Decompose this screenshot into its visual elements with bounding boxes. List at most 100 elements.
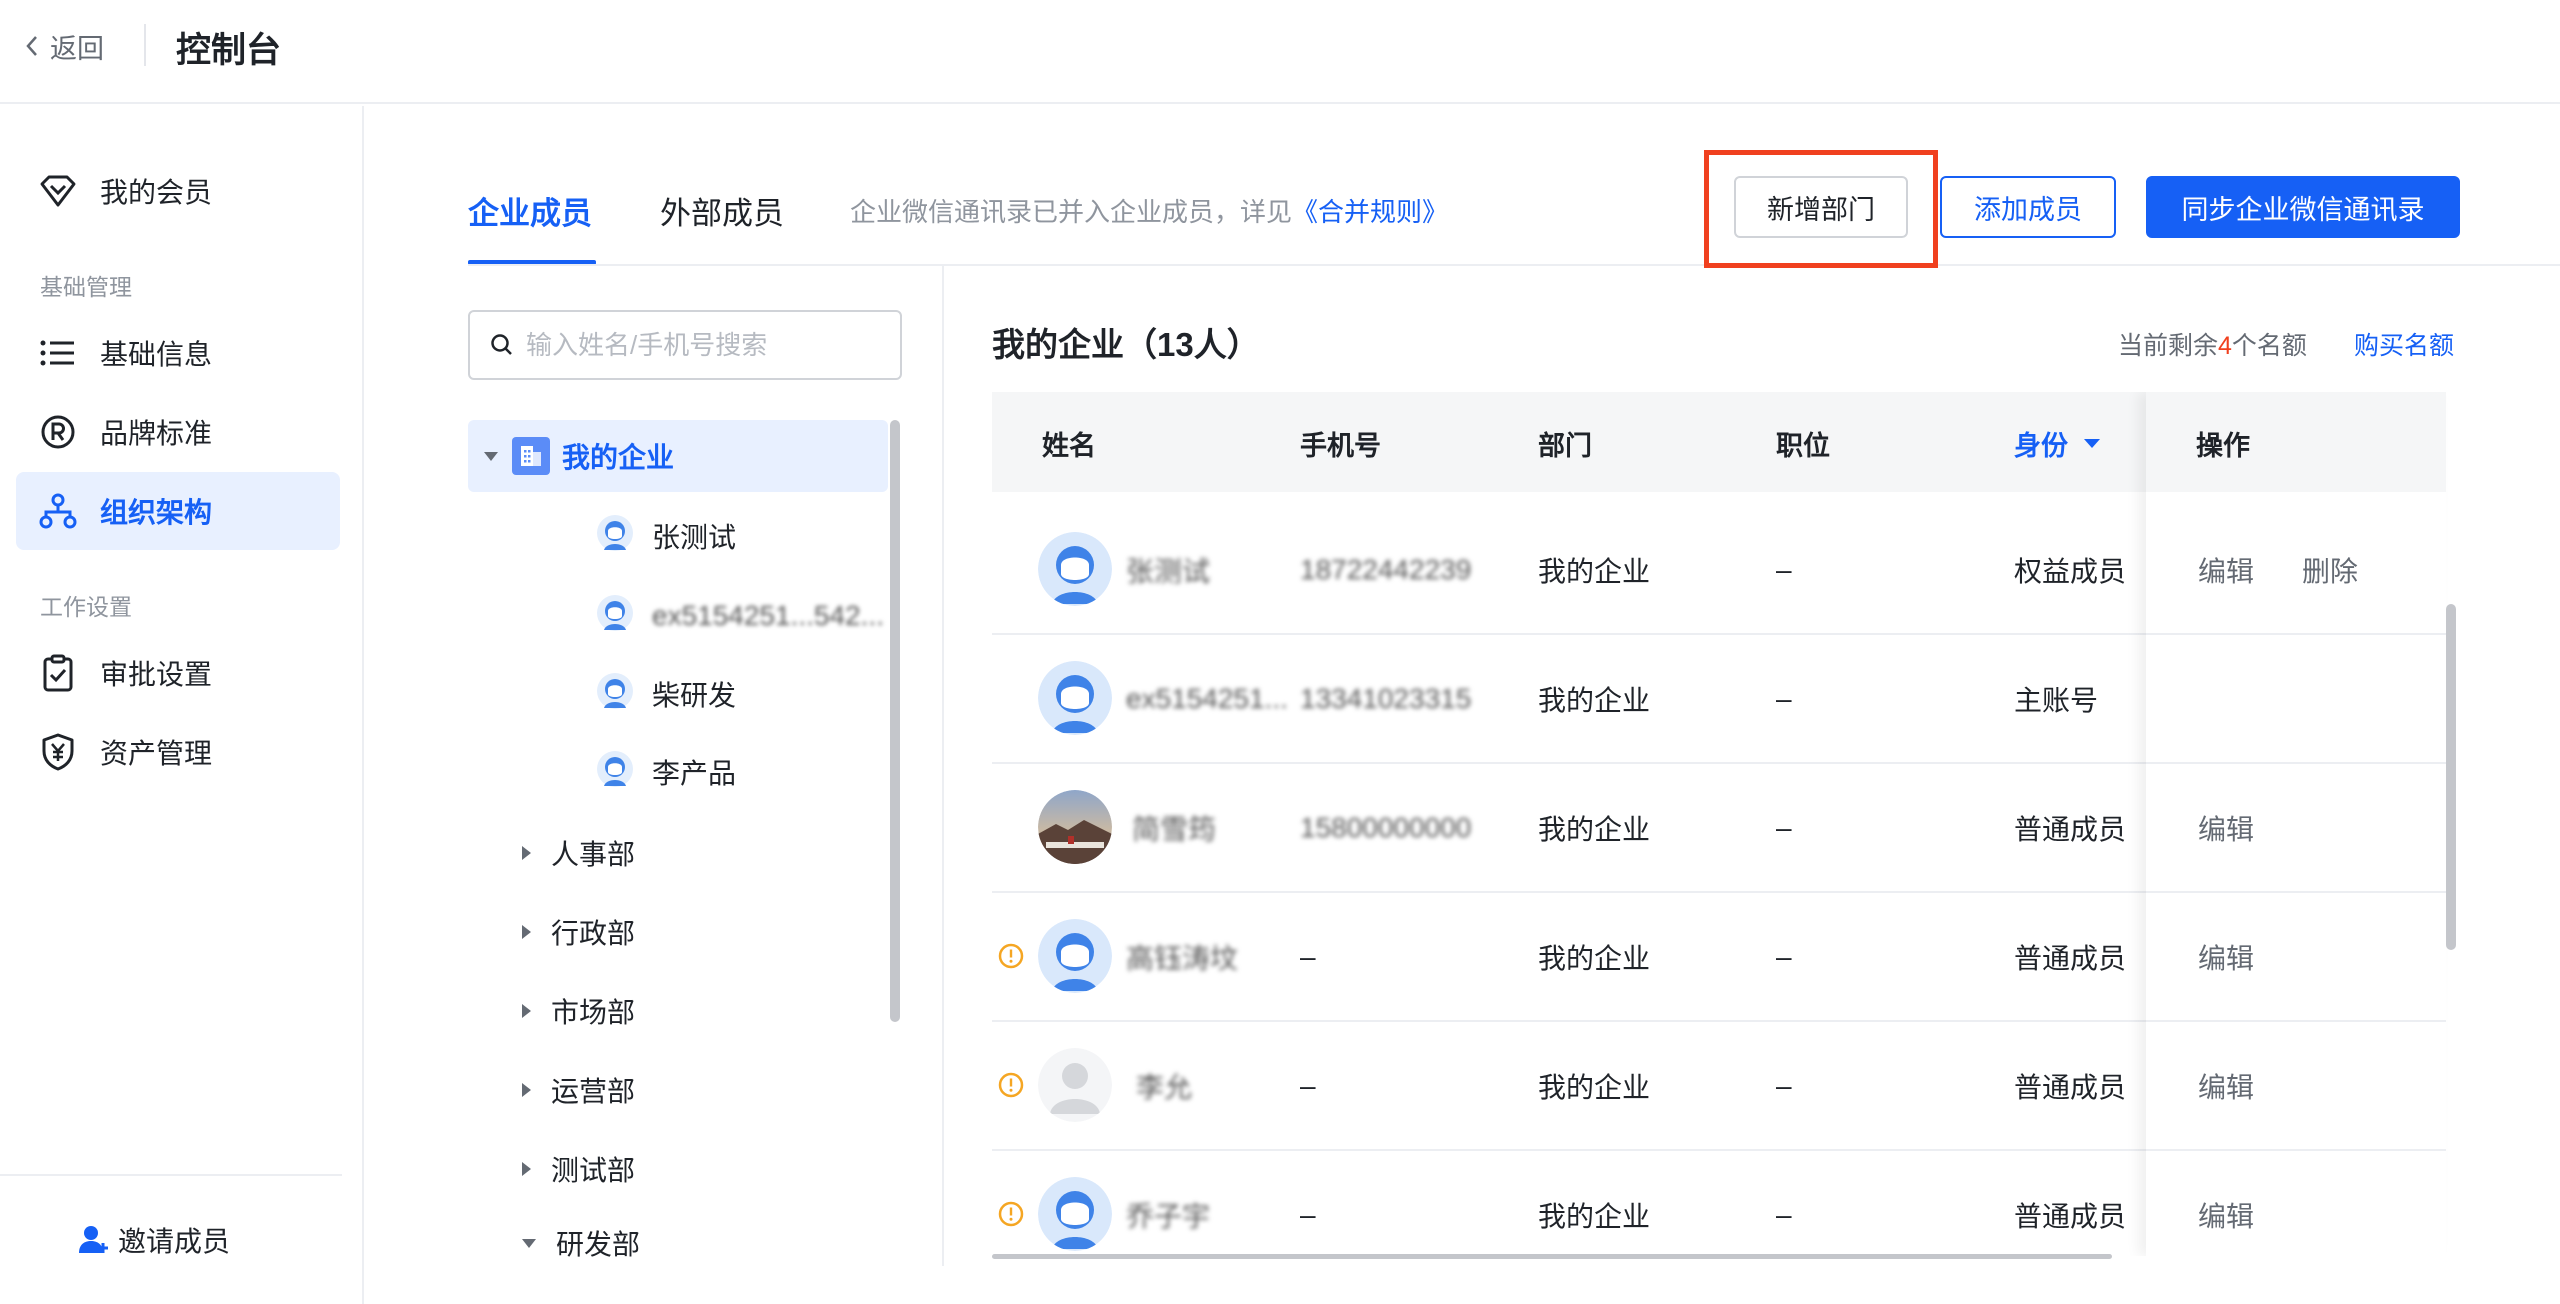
tree-dept-label: 人事部 (551, 839, 636, 870)
edit-button[interactable]: 编辑 (2198, 1195, 2254, 1235)
column-header: 部门 (1538, 431, 1592, 461)
quota-suffix: 个名额 (2231, 332, 2307, 360)
building-icon (512, 437, 550, 475)
tree-dept[interactable]: 研发部 (522, 1223, 640, 1263)
column-header-label: 身份 (2014, 431, 2068, 461)
table-row: 高钰涛坟 – 我的企业 – 普通成员 编辑 (992, 893, 2446, 1022)
member-dept: 我的企业 (1538, 813, 1651, 845)
caret-right-icon (522, 1162, 531, 1176)
tree-dept[interactable]: 测试部 (522, 1144, 635, 1194)
sidebar-item-membership[interactable]: 我的会员 (16, 152, 340, 230)
tree-dept[interactable]: 运营部 (522, 1065, 635, 1115)
column-header-role-sort[interactable]: 身份 (2014, 424, 2100, 463)
sidebar-item-label: 组织架构 (100, 497, 213, 528)
member-name: 高钰涛坟 (1126, 942, 1239, 974)
tab-internal-members[interactable]: 企业成员 (468, 188, 592, 233)
page-title: 控制台 (176, 31, 282, 70)
tree-root-my-company[interactable]: 我的企业 (468, 420, 888, 492)
column-header: 操作 (2196, 431, 2250, 461)
org-tree-panel: 我的企业 张测试 ex5154251...542... 柴研发 李产品 人事部 … (468, 266, 944, 1266)
member-ops: 编辑 (2198, 893, 2302, 1020)
member-phone: 15800000000 (1300, 811, 1472, 843)
buy-quota-link[interactable]: 购买名额 (2354, 326, 2454, 362)
tree-root-label: 我的企业 (562, 442, 675, 473)
tree-scrollbar[interactable] (890, 420, 900, 1022)
sidebar-item-label: 资产管理 (100, 738, 213, 769)
tree-member[interactable]: 柴研发 (596, 666, 736, 722)
sidebar-item-label: 品牌标准 (100, 418, 213, 449)
quota-text: 当前剩余4个名额 (2118, 326, 2307, 362)
member-phone: – (1300, 1198, 1316, 1230)
avatar-icon (596, 514, 634, 559)
quota-prefix: 当前剩余 (2118, 332, 2219, 360)
add-user-icon (78, 1225, 110, 1255)
search-input[interactable] (526, 329, 886, 361)
member-phone: 18722442239 (1300, 553, 1472, 585)
member-phone: 13341023315 (1300, 682, 1472, 714)
edit-button[interactable]: 编辑 (2198, 550, 2254, 590)
avatar-photo (1038, 790, 1112, 864)
table-scrollbar-vertical[interactable] (2446, 604, 2456, 950)
edit-button[interactable]: 编辑 (2198, 937, 2254, 977)
column-header: 姓名 (1042, 431, 1096, 461)
top-bar: 返回 控制台 (0, 0, 2560, 104)
tree-dept-label: 行政部 (551, 918, 636, 949)
avatar (1038, 1048, 1112, 1122)
table-row: ex5154251... 13341023315 我的企业 – 主账号 (992, 635, 2446, 764)
member-dept: 我的企业 (1538, 942, 1651, 974)
avatar (1038, 919, 1112, 993)
sidebar-item-basic-info[interactable]: 基础信息 (16, 314, 340, 392)
tree-member[interactable]: ex5154251...542... (596, 588, 884, 644)
edit-button[interactable]: 编辑 (2198, 808, 2254, 848)
delete-button[interactable]: 删除 (2302, 550, 2358, 590)
sidebar-item-label: 审批设置 (100, 659, 213, 690)
caret-right-icon (522, 1004, 531, 1018)
search-box (468, 310, 902, 380)
member-ops: 编辑 (2198, 1151, 2302, 1256)
table-header: 姓名 手机号 部门 职位 身份 操作 (992, 392, 2446, 492)
table-scrollbar-horizontal[interactable] (992, 1254, 2112, 1259)
yen-shield-icon (38, 732, 78, 772)
member-position: – (1776, 1069, 1792, 1101)
tree-member[interactable]: 李产品 (596, 744, 736, 800)
member-name: ex5154251... (1126, 682, 1288, 714)
back-button[interactable]: 返回 (24, 26, 104, 66)
tree-dept[interactable]: 人事部 (522, 828, 635, 878)
tree-dept[interactable]: 市场部 (522, 986, 635, 1036)
member-ops: 编辑 删除 (2198, 506, 2406, 633)
table-row: 张测试 18722442239 我的企业 – 权益成员 编辑 删除 (992, 506, 2446, 635)
member-position: – (1776, 940, 1792, 972)
warning-icon (998, 1201, 1024, 1232)
add-member-button[interactable]: 添加成员 (1940, 176, 2116, 238)
tree-dept-label: 测试部 (551, 1155, 636, 1186)
invite-label: 邀请成员 (118, 1226, 231, 1257)
merge-rules-link[interactable]: 《合并规则》 (1292, 197, 1448, 227)
sync-wecom-button[interactable]: 同步企业微信通讯录 (2146, 176, 2460, 238)
sidebar-item-org[interactable]: 组织架构 (16, 472, 340, 550)
caret-down-icon (522, 1238, 536, 1248)
avatar-icon (596, 672, 634, 717)
tree-dept[interactable]: 行政部 (522, 907, 635, 957)
avatar-icon (596, 594, 634, 639)
back-label: 返回 (50, 33, 104, 64)
caret-right-icon (522, 1083, 531, 1097)
section-basic: 基础管理 (40, 274, 132, 300)
avatar-icon (596, 750, 634, 795)
tree-member[interactable]: 张测试 (596, 508, 736, 564)
column-header: 职位 (1776, 431, 1830, 461)
member-position: – (1776, 553, 1792, 585)
member-dept: 我的企业 (1538, 1200, 1651, 1232)
invite-member-button[interactable]: 邀请成员 (78, 1220, 230, 1260)
tab-external-members[interactable]: 外部成员 (660, 188, 784, 233)
caret-down-icon[interactable] (484, 451, 498, 461)
section-work: 工作设置 (40, 594, 132, 620)
edit-button[interactable]: 编辑 (2198, 1066, 2254, 1106)
clipboard-check-icon (38, 653, 78, 693)
member-name: 李允 (1136, 1071, 1193, 1103)
sidebar-item-assets[interactable]: 资产管理 (16, 713, 340, 791)
member-role: 主账号 (2014, 684, 2099, 716)
member-dept: 我的企业 (1538, 1071, 1651, 1103)
registered-icon (38, 412, 78, 452)
sidebar-item-approval[interactable]: 审批设置 (16, 634, 340, 712)
sidebar-item-brand[interactable]: 品牌标准 (16, 393, 340, 471)
